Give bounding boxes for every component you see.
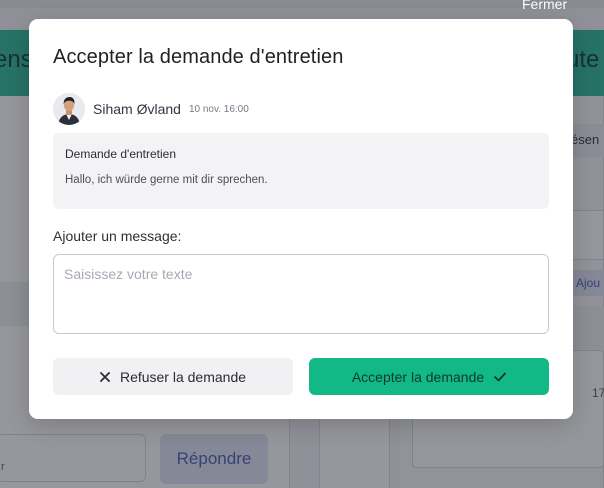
sender-name: Siham Øvland <box>93 101 181 117</box>
request-body: Hallo, ich würde gerne mit dir sprechen. <box>65 174 268 186</box>
accept-request-button[interactable]: Accepter la demande <box>309 358 549 395</box>
checkmark-icon <box>494 372 507 382</box>
refuse-request-label: Refuser la demande <box>119 368 247 385</box>
accept-interview-dialog: Accepter la demande d'entretien Siham Øv… <box>29 19 573 419</box>
sender-info: Siham Øvland 10 nov. 16:00 <box>53 93 249 125</box>
refuse-request-button[interactable]: Refuser la demande <box>53 358 293 395</box>
message-label: Ajouter un message: <box>53 228 182 244</box>
avatar <box>53 93 85 125</box>
accept-request-label: Accepter la demande <box>351 368 485 385</box>
close-link[interactable]: Fermer <box>522 0 567 12</box>
request-title: Demande d'entretien <box>65 147 177 161</box>
request-message-box: Demande d'entretien Hallo, ich würde ger… <box>53 133 549 209</box>
sender-timestamp: 10 nov. 16:00 <box>188 103 249 115</box>
dialog-title: Accepter la demande d'entretien <box>53 46 344 68</box>
message-input[interactable] <box>53 254 549 334</box>
close-icon <box>100 371 110 382</box>
